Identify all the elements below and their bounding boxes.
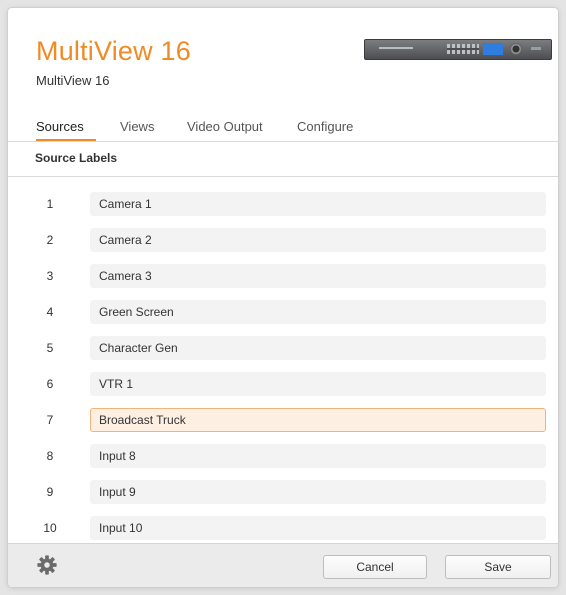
source-row: 3 bbox=[8, 259, 558, 295]
source-label-field[interactable] bbox=[90, 336, 546, 360]
tab-bar: Sources Views Video Output Configure bbox=[8, 108, 558, 140]
tab-views[interactable]: Views bbox=[120, 119, 154, 134]
source-row: 6 bbox=[8, 367, 558, 403]
section-title: Source Labels bbox=[35, 151, 118, 165]
source-label-field[interactable] bbox=[90, 372, 546, 396]
source-number: 8 bbox=[46, 449, 54, 463]
source-label-field[interactable] bbox=[90, 516, 546, 540]
source-label-field[interactable] bbox=[90, 228, 546, 252]
source-number: 6 bbox=[46, 377, 54, 391]
source-number: 7 bbox=[46, 413, 54, 427]
source-row: 8 bbox=[8, 439, 558, 475]
source-label-field-focused[interactable] bbox=[90, 408, 546, 432]
tab-video-output[interactable]: Video Output bbox=[187, 119, 263, 134]
source-number: 3 bbox=[46, 269, 54, 283]
tab-sources[interactable]: Sources bbox=[36, 119, 84, 134]
source-label-field[interactable] bbox=[90, 300, 546, 324]
source-number: 9 bbox=[46, 485, 54, 499]
device-name: MultiView 16 bbox=[36, 73, 110, 88]
source-number: 4 bbox=[46, 305, 54, 319]
source-row: 7 bbox=[8, 403, 558, 439]
divider bbox=[8, 176, 558, 177]
source-row: 2 bbox=[8, 223, 558, 259]
source-row: 1 bbox=[8, 187, 558, 223]
source-number: 2 bbox=[46, 233, 54, 247]
save-button[interactable]: Save bbox=[445, 555, 551, 579]
source-label-field[interactable] bbox=[90, 192, 546, 216]
source-row: 5 bbox=[8, 331, 558, 367]
footer-bar: Cancel Save bbox=[8, 543, 558, 587]
tab-configure[interactable]: Configure bbox=[297, 119, 353, 134]
source-number: 10 bbox=[43, 521, 57, 535]
divider bbox=[8, 141, 558, 142]
source-labels-list: 1 2 3 4 5 6 7 8 bbox=[8, 178, 558, 543]
gear-icon[interactable] bbox=[36, 554, 58, 576]
device-front-panel-image bbox=[364, 39, 552, 60]
app-title: MultiView 16 bbox=[36, 36, 191, 66]
settings-window: MultiView 16 MultiView 16 Sources Views … bbox=[8, 8, 558, 587]
cancel-button[interactable]: Cancel bbox=[323, 555, 427, 579]
source-row: 9 bbox=[8, 475, 558, 511]
source-number: 5 bbox=[46, 341, 54, 355]
source-number: 1 bbox=[46, 197, 54, 211]
source-label-field[interactable] bbox=[90, 480, 546, 504]
source-label-field[interactable] bbox=[90, 264, 546, 288]
source-label-field[interactable] bbox=[90, 444, 546, 468]
source-row: 10 bbox=[8, 511, 558, 543]
source-row: 4 bbox=[8, 295, 558, 331]
